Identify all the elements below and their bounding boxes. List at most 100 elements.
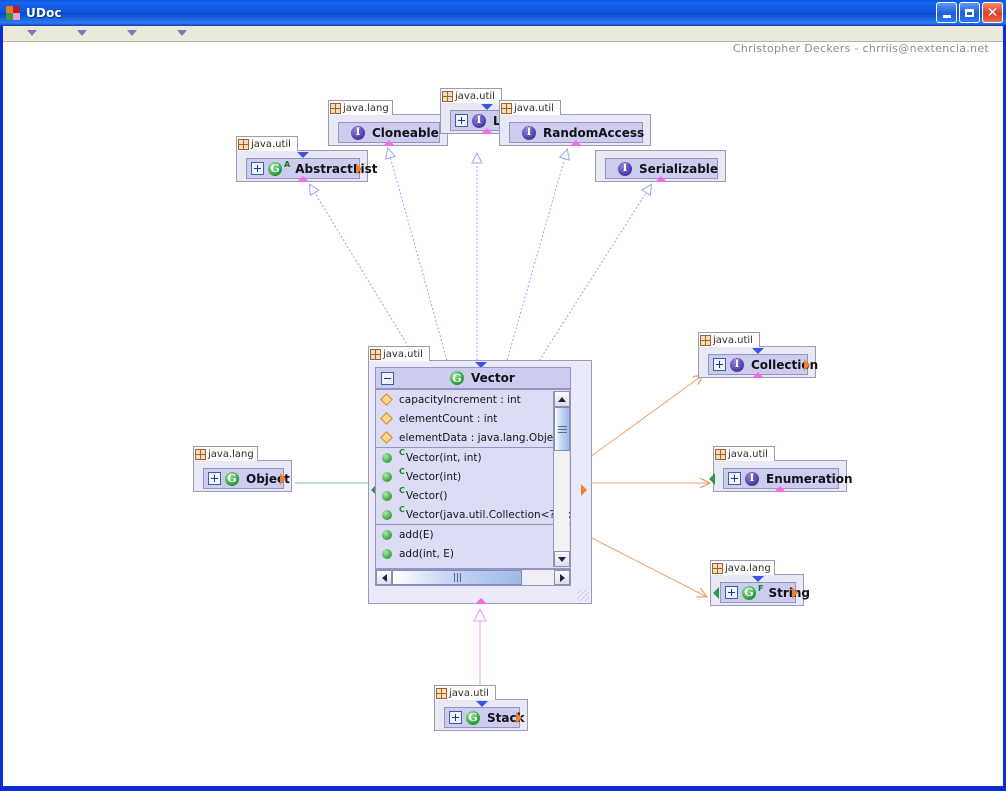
toolbar-dropdown-1[interactable] (27, 30, 38, 37)
public-member-icon (382, 509, 392, 520)
class-name: Serializable (639, 161, 719, 176)
public-member-icon (382, 529, 392, 540)
list-item[interactable]: add(int, E) (376, 544, 570, 563)
list-item[interactable]: capacityIncrement : int (376, 390, 570, 409)
class-node-randomaccess[interactable]: java.util I RandomAccess (499, 100, 651, 146)
public-member-icon (382, 471, 392, 482)
class-title-object[interactable]: G Object (203, 468, 290, 489)
expand-icon[interactable] (251, 162, 264, 175)
scroll-right-button[interactable] (554, 570, 570, 585)
member-label: elementData : java.lang.Object[] (399, 431, 570, 444)
package-label: java.util (449, 687, 489, 699)
member-label: add(int, E) (399, 547, 454, 560)
list-item[interactable]: C Vector(java.util.Collection<? exte (376, 505, 570, 524)
class-node-collection[interactable]: java.util I Collection (698, 332, 818, 378)
minimize-button[interactable] (936, 2, 957, 23)
marker-down-icon (752, 348, 764, 354)
close-button[interactable]: ✕ (982, 2, 1003, 23)
list-item[interactable]: C Vector() (376, 486, 570, 505)
interface-icon: I (472, 113, 486, 128)
member-list[interactable]: capacityIncrement : int elementCount : i… (375, 389, 571, 569)
marker-up-icon (774, 486, 786, 492)
marker-down-icon (476, 701, 488, 707)
class-name: String (768, 585, 811, 600)
marker-up-icon (655, 176, 667, 182)
package-tab: java.util (434, 685, 496, 700)
class-name: Collection (751, 357, 819, 372)
class-title-string[interactable]: G F String (720, 582, 810, 603)
package-tab: java.util (368, 346, 430, 361)
public-member-icon (382, 452, 392, 463)
window-controls: ✕ (936, 2, 1003, 23)
package-icon (712, 562, 723, 574)
expand-icon[interactable] (725, 586, 738, 599)
constructor-marker: C (399, 505, 405, 514)
collapse-icon[interactable] (381, 371, 394, 385)
package-icon (442, 90, 453, 102)
interface-icon: I (618, 161, 632, 176)
class-title-stack[interactable]: G Stack (444, 707, 525, 728)
horizontal-scrollbar[interactable] (375, 569, 571, 586)
member-label: Vector(int) (405, 470, 462, 483)
vertical-scroll-thumb[interactable] (554, 407, 570, 451)
class-node-cloneable[interactable]: java.lang I Cloneable (328, 100, 448, 146)
resize-grip[interactable] (577, 589, 589, 601)
package-icon (238, 138, 249, 150)
field-icon (380, 412, 393, 425)
toolbar-dropdown-3[interactable] (127, 30, 138, 37)
class-node-vector[interactable]: java.util G Vector capacityIncrement: i… (368, 346, 592, 604)
package-icon (330, 102, 341, 114)
maximize-button[interactable] (959, 2, 980, 23)
link-vector-cloneable (388, 149, 449, 365)
horizontal-scroll-thumb[interactable] (392, 570, 522, 585)
package-icon (501, 102, 512, 114)
list-item[interactable]: add(E) (376, 525, 570, 544)
toolbar-dropdown-2[interactable] (77, 30, 88, 37)
class-name: Object (246, 471, 290, 486)
marker-right-icon (280, 473, 286, 485)
class-name: Cloneable (372, 125, 439, 140)
class-title-vector[interactable]: G Vector (375, 367, 571, 389)
expand-icon[interactable] (208, 472, 221, 485)
expand-icon[interactable] (455, 114, 468, 127)
class-name: RandomAccess (543, 125, 645, 140)
expand-icon[interactable] (713, 358, 726, 371)
list-item[interactable]: elementCount : int (376, 409, 570, 428)
list-item[interactable]: C Vector(int) (376, 467, 570, 486)
class-node-object[interactable]: java.lang G Object (193, 446, 292, 492)
class-icon: G (225, 471, 239, 486)
package-tab: java.lang (193, 446, 258, 461)
marker-up-icon (475, 598, 487, 604)
udoc-window: UDoc ✕ Christopher Deckers - chrriis@nex… (0, 0, 1006, 791)
title-bar: UDoc ✕ (0, 0, 1006, 26)
package-icon (700, 334, 711, 346)
link-vector-randomaccess (505, 150, 567, 365)
scroll-up-button[interactable] (554, 391, 570, 407)
constructor-marker: C (399, 467, 405, 476)
scroll-down-button[interactable] (554, 551, 570, 567)
toolbar-dropdown-4[interactable] (177, 30, 188, 37)
expand-icon[interactable] (449, 711, 462, 724)
vertical-scrollbar[interactable] (553, 391, 570, 567)
interface-icon: I (745, 471, 759, 486)
package-icon (195, 448, 206, 460)
package-label: java.util (713, 334, 753, 346)
list-item[interactable]: elementData : java.lang.Object[] (376, 428, 570, 447)
class-node-enumeration[interactable]: java.util I Enumeration (709, 446, 853, 492)
class-node-string[interactable]: java.lang G F String (710, 560, 810, 606)
class-node-stack[interactable]: java.util G Stack (434, 685, 528, 731)
diagram-canvas[interactable]: Christopher Deckers - chrriis@nextencia.… (3, 42, 1003, 786)
package-tab: java.util (236, 136, 298, 151)
package-tab: java.lang (328, 100, 393, 115)
package-icon (715, 448, 726, 460)
scroll-left-button[interactable] (376, 570, 392, 585)
member-label: Vector(java.util.Collection<? exte (405, 508, 570, 521)
package-label: java.util (728, 448, 768, 460)
link-vector-collection (585, 375, 703, 461)
marker-left-icon (709, 473, 715, 485)
package-label: java.lang (343, 102, 389, 114)
marker-right-icon (356, 163, 362, 175)
expand-icon[interactable] (728, 472, 741, 485)
methods-section: add(E) add(int, E) addAll(java.util.Coll… (376, 524, 570, 568)
list-item[interactable]: C Vector(int, int) (376, 448, 570, 467)
